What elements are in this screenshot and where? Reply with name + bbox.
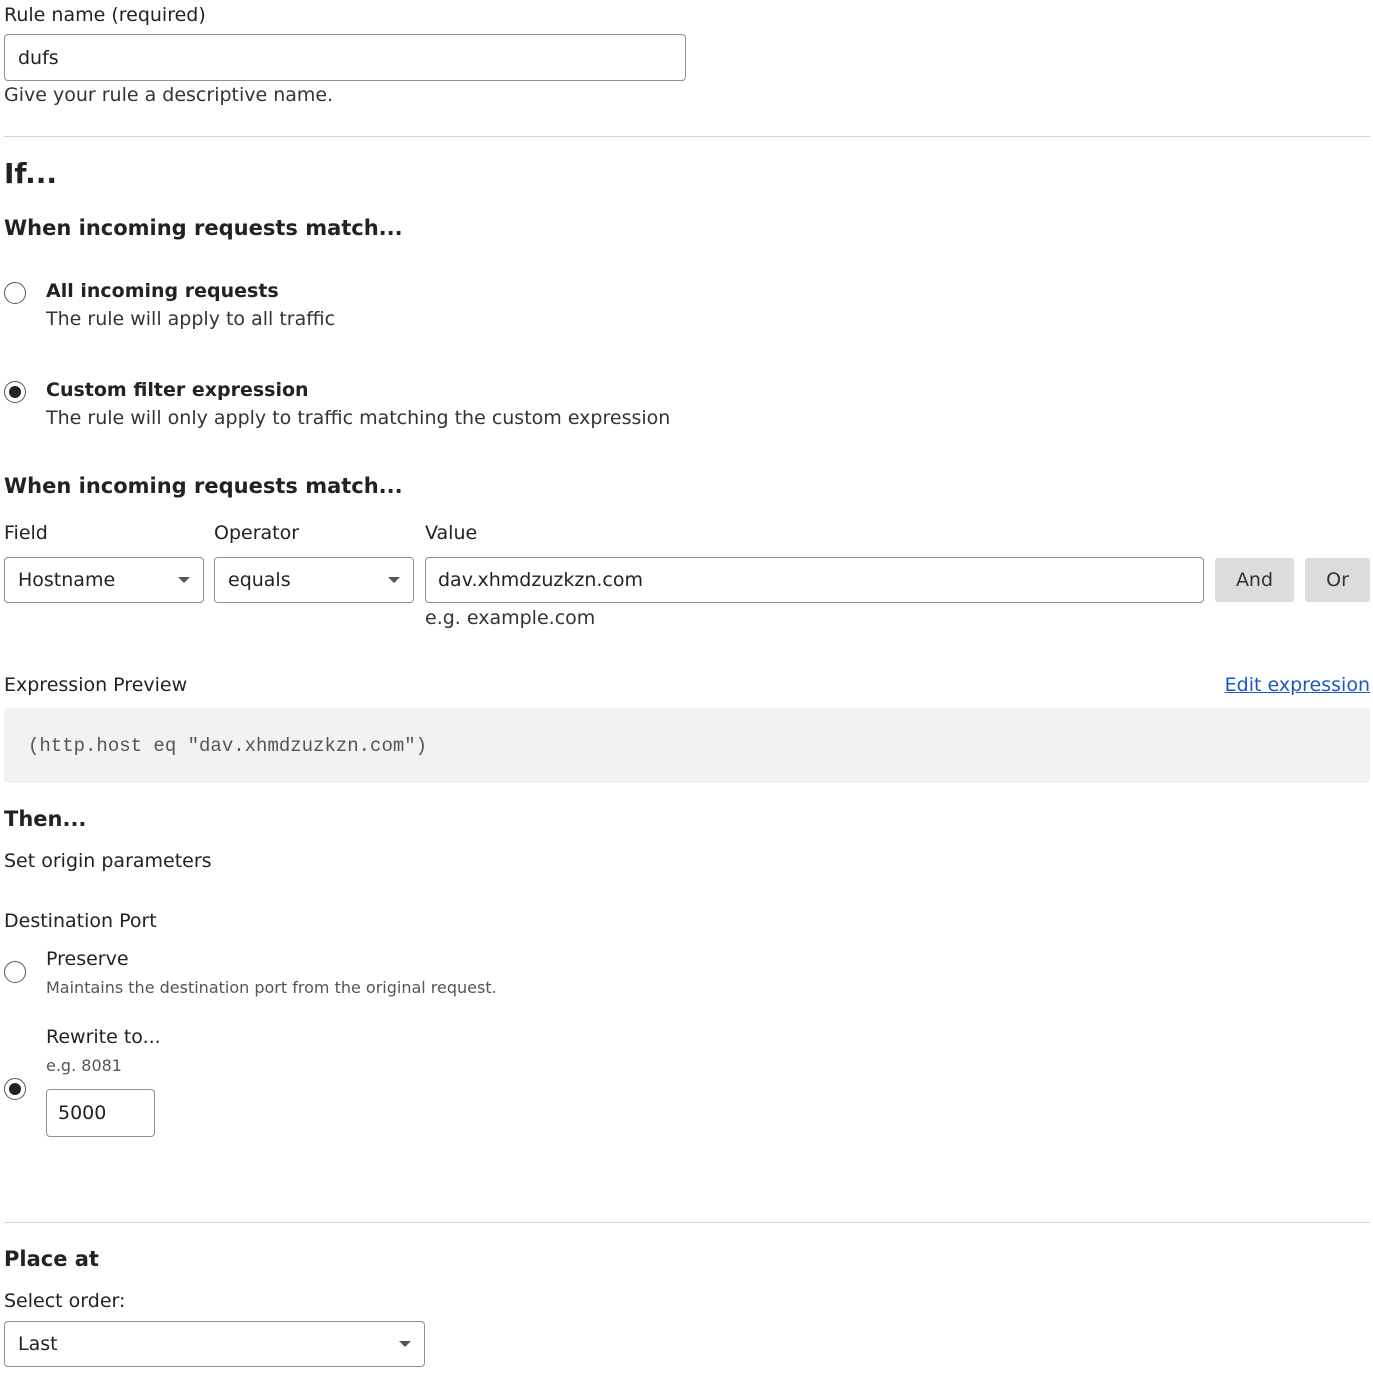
custom-filter-title: Custom filter expression xyxy=(46,379,309,401)
section-divider-bottom xyxy=(4,1222,1370,1223)
custom-filter-radio[interactable] xyxy=(4,381,26,403)
preserve-radio[interactable] xyxy=(4,961,26,983)
preserve-description: Maintains the destination port from the … xyxy=(46,978,497,997)
value-label: Value xyxy=(425,522,478,544)
preserve-title: Preserve xyxy=(46,948,129,970)
rule-name-input[interactable] xyxy=(4,34,686,81)
all-requests-description: The rule will apply to all traffic xyxy=(46,308,336,330)
field-select-value: Hostname xyxy=(18,569,116,591)
edit-expression-link[interactable]: Edit expression xyxy=(1225,674,1370,696)
operator-select[interactable]: equals xyxy=(214,557,414,603)
destination-port-label: Destination Port xyxy=(4,910,157,932)
place-at-heading: Place at xyxy=(4,1247,99,1271)
rule-name-help: Give your rule a descriptive name. xyxy=(4,84,334,106)
rewrite-title: Rewrite to... xyxy=(46,1026,161,1048)
operator-select-value: equals xyxy=(228,569,291,591)
filter-heading: When incoming requests match... xyxy=(4,474,403,498)
rewrite-radio[interactable] xyxy=(4,1078,26,1100)
field-select[interactable]: Hostname xyxy=(4,557,204,603)
value-help: e.g. example.com xyxy=(425,607,596,629)
expression-preview-label: Expression Preview xyxy=(4,674,188,696)
value-input[interactable] xyxy=(425,557,1204,603)
all-requests-title: All incoming requests xyxy=(46,280,279,302)
order-select[interactable]: Last xyxy=(4,1321,425,1367)
rule-name-label: Rule name (required) xyxy=(4,4,206,26)
and-button[interactable]: And xyxy=(1215,558,1294,602)
chevron-down-icon xyxy=(399,1341,411,1347)
if-heading: If... xyxy=(4,157,57,190)
section-divider-top xyxy=(4,136,1370,137)
order-select-value: Last xyxy=(18,1333,58,1355)
rewrite-hint: e.g. 8081 xyxy=(46,1056,122,1075)
custom-filter-description: The rule will only apply to traffic matc… xyxy=(46,407,671,429)
chevron-down-icon xyxy=(388,577,400,583)
expression-preview-box: (http.host eq "dav.xhmdzuzkzn.com") xyxy=(4,708,1370,783)
field-label: Field xyxy=(4,522,48,544)
operator-label: Operator xyxy=(214,522,300,544)
rewrite-port-input[interactable] xyxy=(46,1089,155,1137)
then-subheading: Set origin parameters xyxy=(4,850,212,872)
radio-selected-dot xyxy=(9,386,21,398)
chevron-down-icon xyxy=(178,577,190,583)
expression-code: (http.host eq "dav.xhmdzuzkzn.com") xyxy=(28,734,428,757)
radio-selected-dot xyxy=(9,1083,21,1095)
then-heading: Then... xyxy=(4,807,87,831)
select-order-label: Select order: xyxy=(4,1290,126,1312)
or-button[interactable]: Or xyxy=(1305,558,1370,602)
match-heading: When incoming requests match... xyxy=(4,216,403,240)
all-requests-radio[interactable] xyxy=(4,282,26,304)
